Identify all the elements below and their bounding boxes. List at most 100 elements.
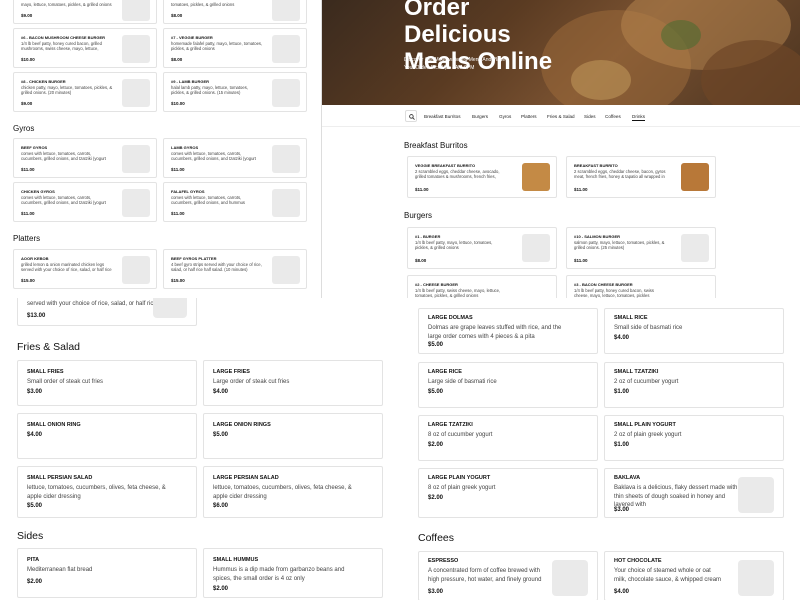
item-price: $9.00 <box>21 13 33 18</box>
item-title: VEGGIE BREAKFAST BURRITO <box>415 163 476 168</box>
menu-item-card[interactable]: LARGE ONION RINGS $5.00 <box>203 413 383 459</box>
menu-item-card[interactable]: LARGE FRIES Large order of steak cut fri… <box>203 360 383 406</box>
section-heading-breakfast: Breakfast Burritos <box>404 141 468 150</box>
item-image <box>122 256 150 284</box>
menu-item-card[interactable]: HOT CHOCOLATE Your choice of steamed who… <box>604 551 784 600</box>
menu-item-card[interactable]: #1 - BURGER 1/4 lb beef patty, mayo, let… <box>407 227 557 269</box>
item-title: LARGE PLAIN YOGURT <box>428 475 491 481</box>
search-button[interactable] <box>405 110 417 122</box>
menu-item-card[interactable]: AOOR KEBOB grilled lemon & onion marinat… <box>13 249 157 289</box>
menu-item-card[interactable]: CHICKEN GYROS comes with lettuce, tomato… <box>13 182 157 222</box>
item-title: LARGE RICE <box>428 369 462 375</box>
menu-item-card[interactable]: SMALL HUMMUS Hummus is a dip made from g… <box>203 548 383 598</box>
menu-item-card[interactable]: served with your choice of rice, salad, … <box>17 298 197 326</box>
item-price: $11.00 <box>415 187 429 192</box>
menu-item-card[interactable]: FALAFEL GYROS comes with lettuce, tomato… <box>163 182 307 222</box>
item-title: HOT CHOCOLATE <box>614 558 662 564</box>
item-price: $3.00 <box>428 589 444 595</box>
menu-panel-top-left: mayo, lettuce, tomatoes, pickles, & gril… <box>0 0 321 298</box>
menu-item-card[interactable]: LARGE DOLMAS Dolmas are grape leaves stu… <box>418 308 598 354</box>
item-description: 2 scrambled eggs, cheddar cheese, avocad… <box>415 169 500 180</box>
item-price: $3.00 <box>614 507 630 513</box>
item-description: 8 oz of plain greek yogurt <box>428 485 496 491</box>
item-title: SMALL HUMMUS <box>213 557 259 563</box>
item-title: SMALL ONION RING <box>27 422 81 428</box>
nav-fries-salad[interactable]: Fries & Salad <box>547 114 575 119</box>
item-image <box>552 560 588 596</box>
item-price: $9.00 <box>21 101 33 106</box>
item-price: $2.00 <box>213 586 229 592</box>
nav-platters[interactable]: Platters <box>521 114 537 119</box>
menu-item-card[interactable]: VEGGIE BREAKFAST BURRITO 2 scrambled egg… <box>407 156 557 198</box>
menu-item-card[interactable]: SMALL PERSIAN SALAD lettuce, tomatoes, c… <box>17 466 197 518</box>
item-description: halal lamb patty, mayo, lettuce, tomatoe… <box>171 85 248 96</box>
item-title: SMALL PLAIN YOGURT <box>614 422 676 428</box>
item-description: Mediterranean flat bread <box>27 567 93 573</box>
menu-item-card[interactable]: LAMB GYROS comes with lettuce, tomatoes,… <box>163 138 307 178</box>
nav-burgers[interactable]: Burgers <box>472 114 488 119</box>
menu-panel-bottom-right: LARGE DOLMAS Dolmas are grape leaves stu… <box>400 298 800 600</box>
item-price: $10.00 <box>171 101 185 106</box>
menu-item-card[interactable]: mayo, lettuce, tomatoes, pickles, & gril… <box>13 0 157 24</box>
item-description: A concentrated form of coffee brewed wit… <box>428 568 542 583</box>
menu-item-card[interactable]: SMALL FRIES Small order of steak cut fri… <box>17 360 197 406</box>
menu-item-card[interactable]: BREAKFAST BURRITO 2 scrambled eggs, ched… <box>566 156 716 198</box>
nav-drinks[interactable]: Drinks <box>632 114 646 121</box>
menu-item-card[interactable]: #10 - SALMON BURGER salmon patty, mayo, … <box>566 227 716 269</box>
menu-item-card[interactable]: LARGE PLAIN YOGURT 8 oz of plain greek y… <box>418 468 598 518</box>
item-title: #3 - BACON CHEESE BURGER <box>574 282 633 287</box>
item-description: Small order of steak cut fries <box>27 379 104 385</box>
item-image <box>681 163 709 191</box>
menu-item-card[interactable]: PITA Mediterranean flat bread $2.00 <box>17 548 197 598</box>
menu-item-card[interactable]: BAKLAVA Baklava is a delicious, flaky de… <box>604 468 784 518</box>
item-image <box>738 560 774 596</box>
item-description: chicken patty, mayo, lettuce, tomatoes, … <box>21 85 113 96</box>
menu-item-card[interactable]: BEEF GYROS comes with lettuce, tomatoes,… <box>13 138 157 178</box>
menu-item-card[interactable]: #8 - CHICKEN BURGER chicken patty, mayo,… <box>13 72 157 112</box>
item-price: $15.00 <box>21 278 35 283</box>
item-description: Your choice of steamed whole or oat milk… <box>614 568 722 583</box>
item-description: Baklava is a delicious, flaky dessert ma… <box>614 485 738 508</box>
menu-item-card[interactable]: ESPRESSO A concentrated form of coffee b… <box>418 551 598 600</box>
menu-item-card[interactable]: BEEF GYROS PLATTER 4 beef gyro strips se… <box>163 249 307 289</box>
item-description: grilled lemon & onion marinated chicken … <box>21 262 112 273</box>
item-price: $10.00 <box>21 57 35 62</box>
item-description: tomatoes, pickles, & grilled onions <box>171 2 235 7</box>
menu-item-card[interactable]: SMALL RICE Small side of basmati rice $4… <box>604 308 784 354</box>
menu-item-card[interactable]: LARGE RICE Large side of basmati rice $5… <box>418 362 598 408</box>
menu-item-card[interactable]: tomatoes, pickles, & grilled onions $8.0… <box>163 0 307 24</box>
item-title: LARGE TZATZIKI <box>428 422 473 428</box>
item-price: $2.00 <box>27 579 43 585</box>
menu-item-card[interactable]: SMALL TZATZIKI 2 oz of cucumber yogurt $… <box>604 362 784 408</box>
item-description: comes with lettuce, tomatoes, carrots, c… <box>21 195 106 206</box>
menu-item-card[interactable]: SMALL PLAIN YOGURT 2 oz of plain greek y… <box>604 415 784 461</box>
nav-coffees[interactable]: Coffees <box>605 114 621 119</box>
menu-item-card[interactable]: #7 - VEGGIE BURGER homemade falafel patt… <box>163 28 307 68</box>
nav-sides[interactable]: Sides <box>584 114 596 119</box>
section-heading-burgers: Burgers <box>404 211 433 220</box>
section-heading-platters: Platters <box>13 234 41 243</box>
item-price: $11.00 <box>171 211 185 216</box>
menu-item-card[interactable]: SMALL ONION RING $4.00 <box>17 413 197 459</box>
item-description: 1/4 lb beef patty, swiss cheese, mayo, l… <box>415 288 501 298</box>
menu-item-card[interactable]: #2 - CHEESE BURGER 1/4 lb beef patty, sw… <box>407 275 557 298</box>
menu-item-card[interactable]: #9 - LAMB BURGER halal lamb patty, mayo,… <box>163 72 307 112</box>
item-price: $11.00 <box>21 211 35 216</box>
item-title: LARGE ONION RINGS <box>213 422 271 428</box>
nav-breakfast-burritos[interactable]: Breakfast Burritos <box>424 114 461 119</box>
menu-item-card[interactable]: #3 - BACON CHEESE BURGER 1/4 lb beef pat… <box>566 275 716 298</box>
item-image <box>153 298 187 318</box>
item-description: homemade falafel patty, mayo, lettuce, t… <box>171 41 263 52</box>
item-description: 1/4 lb beef patty, mayo, lettuce, tomato… <box>415 240 493 251</box>
item-price: $5.00 <box>428 389 444 395</box>
menu-item-card[interactable]: LARGE TZATZIKI 8 oz of cucumber yogurt $… <box>418 415 598 461</box>
item-price: $8.00 <box>171 13 183 18</box>
menu-panel-bottom-left: served with your choice of rice, salad, … <box>0 298 400 600</box>
nav-gyros[interactable]: Gyros <box>499 114 511 119</box>
item-price: $4.00 <box>213 389 229 395</box>
item-image <box>122 79 150 107</box>
menu-item-card[interactable]: LARGE PERSIAN SALAD lettuce, tomatoes, c… <box>203 466 383 518</box>
menu-item-card[interactable]: #6 - BACON MUSHROOM CHEESE BURGER 1/4 lb… <box>13 28 157 68</box>
item-description: 4 beef gyro strips served with your choi… <box>171 262 262 273</box>
item-title: LARGE PERSIAN SALAD <box>213 475 279 481</box>
